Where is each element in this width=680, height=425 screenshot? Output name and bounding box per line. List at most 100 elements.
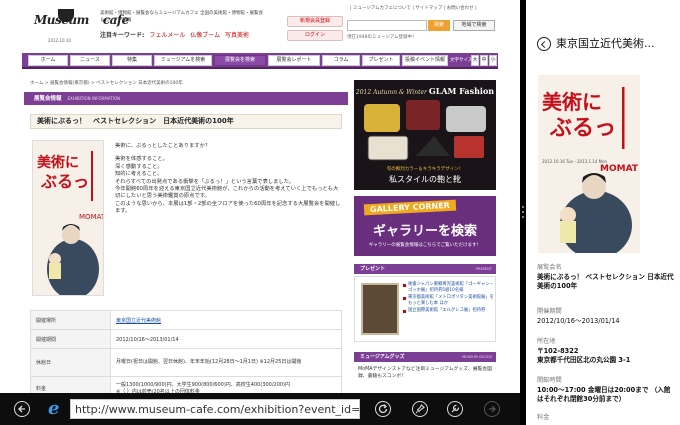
info-label: 開催場所 — [30, 310, 111, 330]
breadcrumb[interactable]: ホーム > 展覧会情報(東京都) > ベストセレクション 日本近代美術の100年 — [30, 80, 183, 86]
site-logo[interactable]: Museumcafe 2012.10.10 — [34, 9, 129, 43]
gallery-search-text: ギャラリーを検索 — [372, 224, 477, 239]
svg-text:ぶるっ: ぶるっ — [549, 115, 616, 141]
logo-date: 2012.10.10 — [48, 38, 71, 43]
field-value: 美術にぶるっ！ ベストセレクション 日本近代美術の100年 — [537, 273, 674, 290]
font-size-label: 文字サイズ — [450, 58, 473, 63]
search-note: 現在1948のミュージアム登録中！ — [347, 35, 417, 40]
info-value: 2012/10/16〜2013/01/14 — [110, 329, 342, 349]
goods-text[interactable]: MoMAデザインストアなど注目ミュージアムグッズ、展覧会図録、書籍もスコンボ！ — [358, 366, 494, 380]
font-size-large[interactable]: 大 — [471, 55, 479, 66]
refresh-button[interactable] — [375, 401, 391, 417]
section-header: 展覧会情報 EXHIBITION INFORMATION — [24, 92, 348, 105]
info-value: 一般1300(1000/900)円、大学生900(800/600)円、高校生40… — [110, 376, 342, 393]
keyword-link[interactable]: 仏像ブーム — [190, 32, 220, 39]
field-label: 料金 — [537, 414, 550, 421]
nav-tab-exhibition-search[interactable]: 展覧会を検索 — [214, 55, 266, 66]
browser-address-bar: e http://www.museum-cafe.com/exhibition?… — [0, 393, 520, 425]
svg-text:MOMAT: MOMAT — [79, 213, 104, 221]
snap-field-price: 料金 — [537, 412, 677, 421]
exhibition-description: 美術に、ぶるっとしたことありますか？ 美術を体感すること。 深く感動すること。 … — [115, 143, 343, 222]
table-row: 休館日 月曜日(祝日は開館、翌日休館)、年末年始(12月28日〜1月1日) ※12… — [30, 348, 342, 377]
page-scrollbar[interactable] — [510, 52, 520, 393]
snap-field-exhibition: 展覧会名 美術にぶるっ！ ベストセレクション 日本近代美術の100年 — [537, 262, 677, 291]
present-list: 後援ジャパン東郷青児美術館「ゴーギャン・ゴッホ展」招待券5組10名様 東京都美術… — [403, 282, 495, 316]
snap-poster[interactable]: 美術に ぶるっ MOMAT 2012.10.16 Tue - 2013.1.14… — [538, 75, 640, 253]
list-item[interactable]: 国立国際美術館「エルグレコ展」招待券 — [403, 308, 495, 314]
nav-tab-report[interactable]: 展覧会レポート — [268, 55, 320, 66]
svg-text:2012.10.16 Tue - 2013.1.14 Mon: 2012.10.16 Tue - 2013.1.14 Mon — [542, 159, 608, 164]
pin-button[interactable] — [412, 401, 428, 417]
info-label: 料金 — [30, 376, 111, 393]
info-value: 東京国立近代美術館 — [110, 310, 342, 330]
present-painting-image[interactable] — [361, 283, 399, 335]
nav-tab-column[interactable]: コラム — [322, 55, 360, 66]
gallery-corner-tag: GALLERY CORNER — [363, 199, 457, 216]
snapped-app-pane: 東京国立近代美術... 美術に ぶるっ MOMAT 2012.10.16 Tue… — [526, 0, 680, 425]
ad-main-text: 私スタイルの鞄と靴 — [389, 175, 461, 184]
font-size-small[interactable]: 小 — [489, 55, 497, 66]
description-paragraph: 美術を体感すること。 深く感動すること。 知的に考えること。 それらすべての出発… — [115, 156, 341, 215]
keyword-link[interactable]: フェルメール — [149, 32, 185, 39]
exhibition-content: 展覧会情報 EXHIBITION INFORMATION 美術にぶるっ！ ベストセ… — [24, 92, 348, 393]
list-item[interactable]: 東京都美術館「メトロポリタン美術館展」をもっと楽しむ本 ほか — [403, 295, 495, 306]
exhibition-title: 美術にぶるっ！ ベストセレクション 日本近代美術の100年 — [30, 114, 342, 129]
svg-text:MOMAT: MOMAT — [600, 164, 639, 174]
sidebar: 2012 Autumn & Winter GLAM Fashion 旬の鮮烈カラ… — [354, 72, 496, 393]
arrow-left-icon — [18, 405, 25, 413]
keyword-link[interactable]: 写真美術 — [225, 32, 249, 39]
nav-tab-events[interactable]: 投稿イベント情報 — [402, 55, 448, 66]
page-tools-button[interactable] — [447, 401, 463, 417]
arrow-right-icon — [489, 405, 496, 413]
top-links[interactable]: | ミュージアムカフェについて | サイトマップ | お問い合わせ | — [350, 5, 477, 11]
snap-field-hours: 開館時間 10:00〜17:00 金曜日は20:00まで （入館はそれぞれ閉館3… — [537, 375, 677, 404]
nav-tab-feature[interactable]: 特集 — [112, 55, 152, 66]
field-label: 開催期間 — [537, 308, 562, 315]
nav-tab-museum-search[interactable]: ミュージアムを検索 — [154, 55, 212, 66]
nav-tab-news[interactable]: ニュース — [70, 55, 110, 66]
poster-image: 美術に ぶるっ MOMAT — [33, 141, 104, 295]
search-button[interactable]: 検索 — [428, 20, 450, 31]
gallery-note: ギャラリーの展覧会情報はこちらでご覧いただけます！ — [368, 243, 482, 248]
nav-tab-home[interactable]: ホーム — [28, 55, 68, 66]
snap-field-period: 開催期間 2012/10/16〜2013/01/14 — [537, 306, 677, 326]
goods-header: ミュージアムグッズ MUSEUM GOODS — [354, 352, 496, 362]
site-header: Museumcafe 2012.10.10 美術館・博物館・展覧会ならミュージア… — [0, 0, 520, 52]
main-nav: ホーム ニュース 特集 ミュージアムを検索 展覧会を検索 展覧会レポート コラム… — [22, 53, 498, 69]
nav-tab-present[interactable]: プレゼント — [362, 55, 400, 66]
ad-subtitle: 旬の鮮烈カラー＆キラキラデザイン！ — [386, 167, 464, 172]
present-header: プレゼント PRESENT — [354, 264, 496, 274]
poster-image: 美術に ぶるっ MOMAT 2012.10.16 Tue - 2013.1.14… — [538, 75, 640, 253]
web-page: Museumcafe 2012.10.10 美術館・博物館・展覧会ならミュージア… — [0, 0, 520, 393]
table-row: 開催期間 2012/10/16〜2013/01/14 — [30, 329, 342, 349]
exhibition-poster[interactable]: 美術に ぶるっ MOMAT — [32, 140, 104, 296]
url-input[interactable]: http://www.museum-cafe.com/exhibition?ev… — [70, 399, 360, 419]
attention-keywords: 注目キーワード: フェルメール 仏像ブーム 写真美術 — [100, 30, 249, 39]
forward-button[interactable] — [484, 401, 500, 417]
login-button[interactable]: ログイン — [287, 30, 343, 41]
field-value: 〒102-8322 東京都千代田区北の丸公園 3-1 — [537, 347, 631, 364]
wrench-icon — [451, 404, 460, 413]
gallery-search-banner[interactable]: GALLERY CORNER ギャラリーを検索 ギャラリーの展覧会情報はこちらで… — [354, 196, 496, 256]
svg-text:ぶるっ: ぶるっ — [40, 172, 89, 191]
pin-icon — [415, 404, 425, 414]
site-tagline: 美術館・博物館・展覧会ならミュージアムカフェ 全国の美術館・博物館・展覧会＆カン… — [100, 11, 264, 23]
info-label: 休館日 — [30, 348, 111, 377]
field-label: 所在地 — [537, 338, 556, 345]
refresh-icon — [378, 404, 388, 414]
fashion-ad-banner[interactable]: 2012 Autumn & Winter GLAM Fashion 旬の鮮烈カラ… — [354, 80, 496, 190]
ie-logo-icon: e — [48, 398, 60, 419]
ad-title: 2012 Autumn & Winter GLAM Fashion — [355, 86, 495, 96]
present-box: 後援ジャパン東郷青児美術館「ゴーギャン・ゴッホ展」招待券5組10名様 東京都美術… — [354, 276, 496, 342]
list-item[interactable]: 後援ジャパン東郷青児美術館「ゴーギャン・ゴッホ展」招待券5組10名様 — [403, 282, 495, 293]
site-search-input[interactable] — [347, 20, 427, 31]
back-button[interactable] — [14, 401, 30, 417]
register-button[interactable]: 新規会員登録 — [287, 16, 343, 27]
info-value: 月曜日(祝日は開館、翌日休館)、年末年始(12月28日〜1月1日) ※12月25… — [110, 348, 342, 377]
area-search-button[interactable]: 地域で検索 — [453, 20, 495, 31]
field-label: 開館時間 — [537, 377, 562, 384]
font-size-medium[interactable]: 中 — [480, 55, 488, 66]
snap-back-button[interactable] — [537, 37, 551, 51]
venue-link[interactable]: 東京国立近代美術館 — [116, 318, 161, 324]
bags-image — [364, 100, 486, 161]
